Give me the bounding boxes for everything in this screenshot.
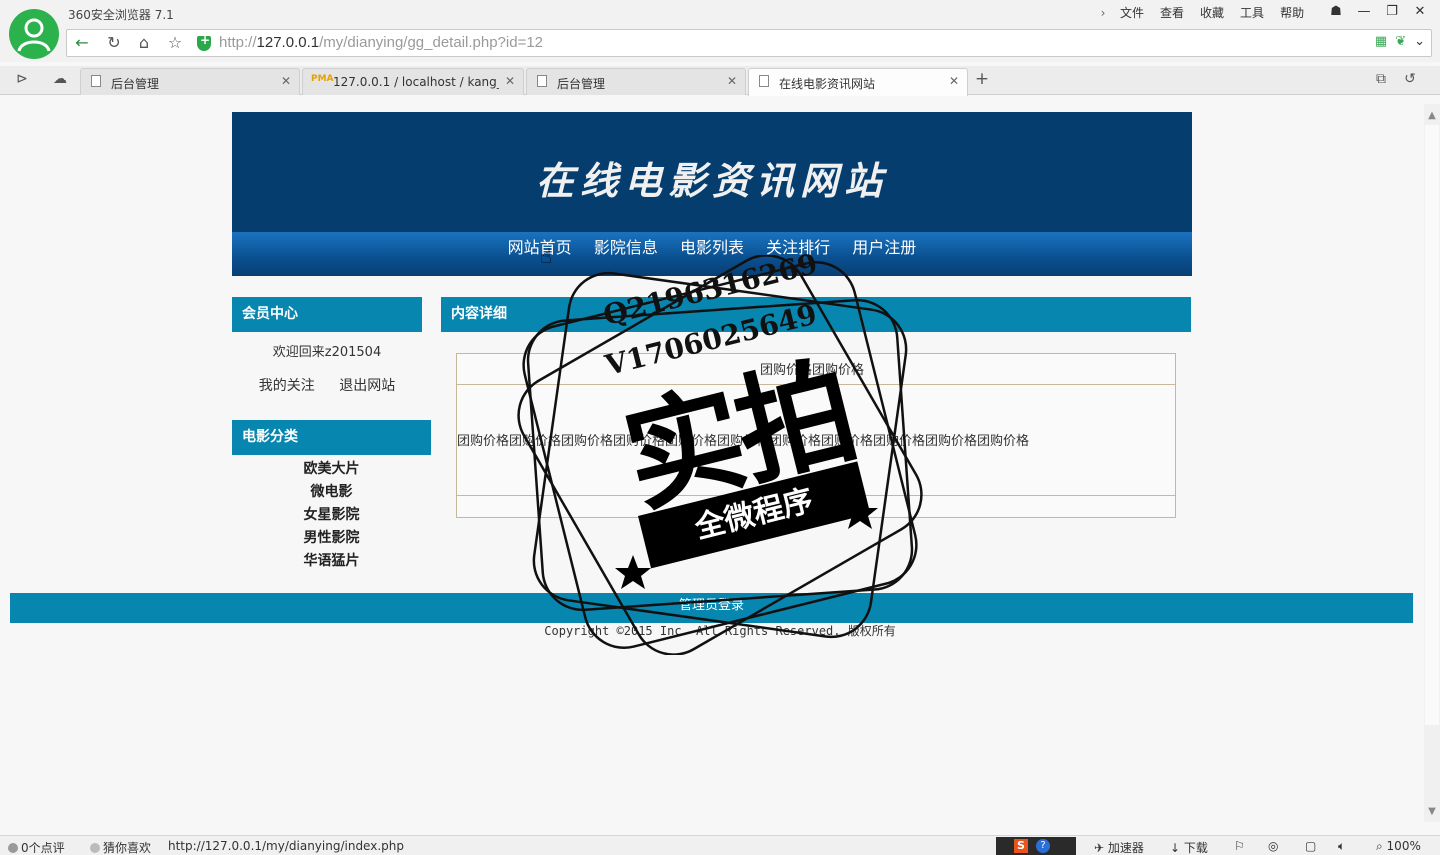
skin-icon[interactable]: ☗ xyxy=(1322,2,1350,22)
category-item[interactable]: 微电影 xyxy=(232,481,431,504)
category-item[interactable]: 男性影院 xyxy=(232,527,431,550)
nav-movie-list[interactable]: 电影列表 xyxy=(680,232,744,264)
close-window-button[interactable]: ✕ xyxy=(1406,2,1434,22)
security-shield-icon[interactable] xyxy=(197,33,211,51)
ime-toolbar[interactable]: S ? xyxy=(996,837,1076,855)
user-avatar-icon[interactable] xyxy=(9,9,59,59)
maximize-button[interactable]: ❐ xyxy=(1378,2,1406,22)
home-icon[interactable]: ⌂ xyxy=(133,33,155,53)
guess-icon xyxy=(90,843,100,853)
flag-icon[interactable]: ⚐ xyxy=(1234,839,1245,853)
cloud-icon[interactable]: ☁ xyxy=(50,71,70,87)
window-controls: ☗ — ❐ ✕ xyxy=(1322,2,1434,22)
chevron-down-icon[interactable]: ⌄ xyxy=(1414,34,1425,49)
scroll-down-icon[interactable]: ▼ xyxy=(1426,806,1438,817)
url-text[interactable]: http://127.0.0.1/my/dianying/gg_detail.p… xyxy=(219,34,543,51)
menu-favorites[interactable]: 收藏 xyxy=(1192,4,1232,21)
browser-menu: › 文件 查看 收藏 工具 帮助 xyxy=(1094,4,1312,21)
menu-file[interactable]: 文件 xyxy=(1112,4,1152,21)
page-icon xyxy=(91,75,101,87)
new-tab-icon[interactable]: + xyxy=(972,69,992,89)
close-tab-icon[interactable]: ✕ xyxy=(727,74,737,88)
back-arrow-icon[interactable]: ← xyxy=(71,33,93,53)
close-tab-icon[interactable]: ✕ xyxy=(281,74,291,88)
scrollbar-thumb[interactable] xyxy=(1425,125,1439,725)
app-title: 360安全浏览器 7.1 xyxy=(68,8,174,22)
download-button[interactable]: ↓ 下载 xyxy=(1170,839,1208,855)
scroll-up-icon[interactable]: ▲ xyxy=(1426,110,1438,121)
sound-icon[interactable]: 🔈︎ xyxy=(1338,839,1345,854)
tab-movie-site[interactable]: 在线电影资讯网站 ✕ xyxy=(748,68,968,96)
tab-label: 后台管理 xyxy=(111,77,160,91)
page-icon xyxy=(537,75,547,87)
phpmyadmin-icon: PMA xyxy=(311,74,334,84)
status-bar: 0个点评 猜你喜欢 http://127.0.0.1/my/dianying/i… xyxy=(0,835,1440,855)
tab-admin-2[interactable]: 后台管理 ✕ xyxy=(526,68,746,95)
zoom-control[interactable]: ⌕ 100% xyxy=(1376,839,1421,854)
tab-strip: ⊳ ☁ 后台管理 ✕ PMA 127.0.0.1 / localhost / k… xyxy=(0,66,1440,96)
guess-like-status[interactable]: 猜你喜欢 xyxy=(90,839,151,855)
my-follows-link[interactable]: 我的关注 xyxy=(259,378,315,394)
menu-tools[interactable]: 工具 xyxy=(1232,4,1272,21)
logout-link[interactable]: 退出网站 xyxy=(339,378,395,394)
comments-status[interactable]: 0个点评 xyxy=(8,839,65,855)
sogou-ime-icon[interactable]: S xyxy=(1014,839,1028,853)
category-heading: 电影分类 xyxy=(232,420,431,455)
undo-close-icon[interactable]: ↺ xyxy=(1400,71,1420,87)
menu-help[interactable]: 帮助 xyxy=(1272,4,1312,21)
tab-label: 127.0.0.1 / localhost / kang_ xyxy=(333,75,499,89)
sidebar-toggle-icon[interactable]: ⊳ xyxy=(12,71,32,87)
close-tab-icon[interactable]: ✕ xyxy=(505,74,515,88)
site-header: 在线电影资讯网站 xyxy=(232,112,1192,232)
tab-label: 后台管理 xyxy=(557,77,606,91)
tab-label: 在线电影资讯网站 xyxy=(779,77,876,91)
admin-login-link[interactable]: 管理员登录 xyxy=(679,598,744,613)
qr-code-icon[interactable]: ▦ xyxy=(1375,34,1387,49)
hand-cursor-icon: ☝ xyxy=(540,244,553,268)
leaf-icon[interactable]: ❦ xyxy=(1395,34,1406,49)
comment-icon xyxy=(8,843,18,853)
category-item[interactable]: 欧美大片 xyxy=(232,458,431,481)
star-icon[interactable]: ☆ xyxy=(164,33,186,53)
address-tools: ▦ ❦ ⌄ xyxy=(1375,34,1425,49)
refresh-icon[interactable]: ↻ xyxy=(103,33,125,53)
nav-register[interactable]: 用户注册 xyxy=(852,232,916,264)
site-title: 在线电影资讯网站 xyxy=(535,158,888,203)
ie-mode-icon[interactable]: ◎ xyxy=(1268,839,1278,853)
page-icon xyxy=(759,75,769,87)
browser-titlebar: 360安全浏览器 7.1 › 文件 查看 收藏 工具 帮助 ☗ — ❐ ✕ ← … xyxy=(0,0,1440,62)
main-nav: 网站首页 影院信息 电影列表 关注排行 用户注册 xyxy=(232,232,1192,276)
close-tab-icon[interactable]: ✕ xyxy=(949,74,959,88)
site-footer: 管理员登录 xyxy=(10,593,1413,623)
tab-phpmyadmin[interactable]: PMA 127.0.0.1 / localhost / kang_ ✕ xyxy=(302,68,524,95)
tab-list-icon[interactable]: ⧉ xyxy=(1371,71,1391,87)
help-icon[interactable]: ? xyxy=(1036,839,1050,853)
member-center-heading: 会员中心 xyxy=(232,297,422,332)
category-item[interactable]: 女星影院 xyxy=(232,504,431,527)
chevron-right-icon[interactable]: › xyxy=(1094,6,1112,20)
accelerator-button[interactable]: ✈ 加速器 xyxy=(1094,839,1144,855)
menu-view[interactable]: 查看 xyxy=(1152,4,1192,21)
window-icon[interactable]: ▢ xyxy=(1305,839,1316,853)
nav-cinema-info[interactable]: 影院信息 xyxy=(594,232,658,264)
category-list: 欧美大片 微电影 女星影院 男性影院 华语猛片 xyxy=(232,458,431,573)
category-item[interactable]: 华语猛片 xyxy=(232,550,431,573)
address-bar[interactable]: ← ↻ ⌂ ☆ http://127.0.0.1/my/dianying/gg_… xyxy=(66,29,1432,57)
member-links: 我的关注 退出网站 xyxy=(232,375,422,395)
hover-url: http://127.0.0.1/my/dianying/index.php xyxy=(168,839,404,853)
minimize-button[interactable]: — xyxy=(1350,2,1378,22)
tab-admin-1[interactable]: 后台管理 ✕ xyxy=(80,68,300,95)
welcome-text: 欢迎回来z201504 xyxy=(272,345,382,360)
copyright-text: Copyright ©2015 Inc. All Rights Reserved… xyxy=(544,624,896,638)
